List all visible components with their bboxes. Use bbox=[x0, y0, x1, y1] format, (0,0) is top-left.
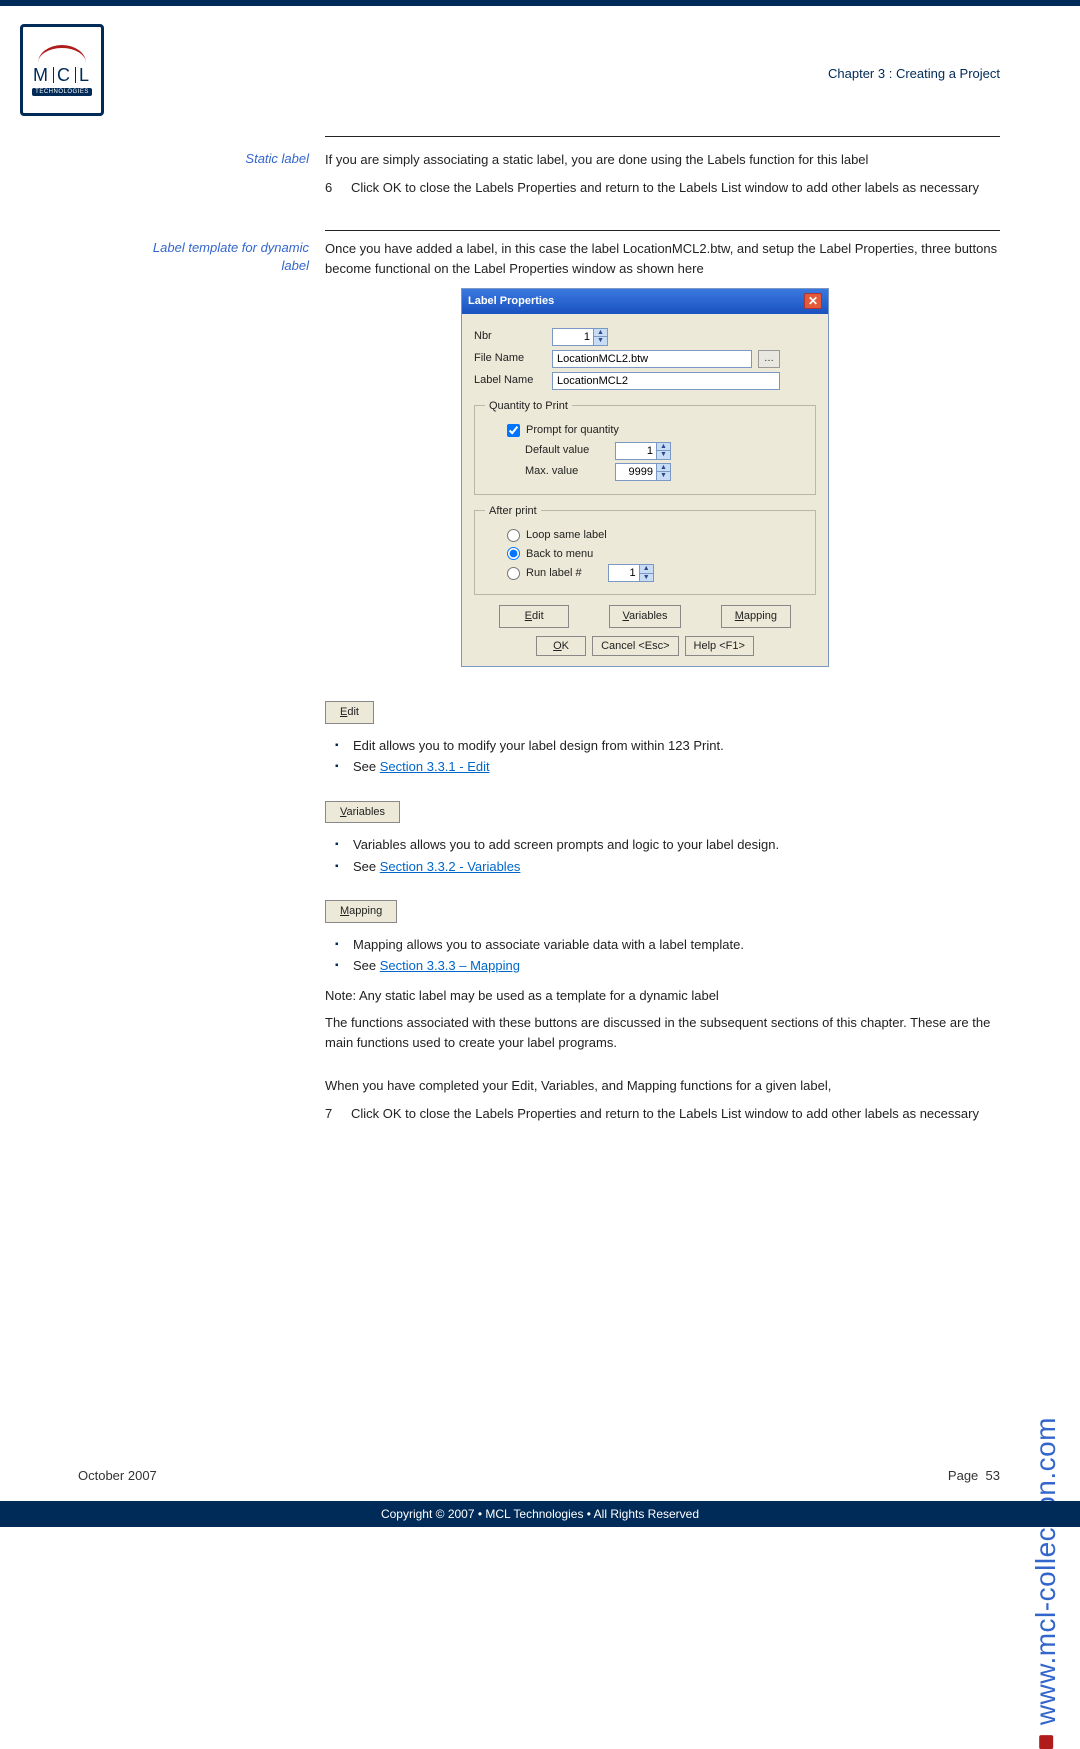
loop-radio[interactable] bbox=[507, 529, 520, 542]
max-spinner[interactable]: ▲▼ bbox=[615, 463, 671, 481]
bullet: Edit allows you to modify your label des… bbox=[353, 736, 1000, 756]
step-text: Click OK to close the Labels Properties … bbox=[351, 1104, 1000, 1124]
para: When you have completed your Edit, Varia… bbox=[325, 1076, 1000, 1096]
cancel-button[interactable]: Cancel <Esc> bbox=[592, 636, 678, 657]
side-label-dynamic: Label template for dynamic label bbox=[150, 239, 325, 1131]
back-label: Back to menu bbox=[526, 546, 593, 563]
spinner-arrows-icon[interactable]: ▲▼ bbox=[593, 329, 607, 345]
afterprint-fieldset: After print Loop same label Back to menu… bbox=[474, 503, 816, 596]
afterprint-legend: After print bbox=[485, 503, 541, 520]
mapping-button-graphic: Mapping bbox=[325, 900, 397, 923]
side-url: www.mcl-collection.com bbox=[1030, 1417, 1062, 1749]
top-accent-bar bbox=[0, 0, 1080, 6]
step-text: Click OK to close the Labels Properties … bbox=[351, 178, 1000, 198]
default-label: Default value bbox=[525, 442, 605, 459]
section-body: If you are simply associating a static l… bbox=[325, 150, 1000, 205]
bullet: Mapping allows you to associate variable… bbox=[353, 935, 1000, 955]
run-radio[interactable] bbox=[507, 567, 520, 580]
loop-label: Loop same label bbox=[526, 527, 607, 544]
page-content: Static label If you are simply associati… bbox=[150, 150, 1000, 1147]
logo-swoosh-icon bbox=[38, 45, 86, 63]
link-variables-section[interactable]: Section 3.3.2 - Variables bbox=[380, 859, 521, 874]
run-spinner[interactable]: ▲▼ bbox=[608, 564, 654, 582]
para: Once you have added a label, in this cas… bbox=[325, 239, 1000, 278]
variables-button[interactable]: Variables bbox=[609, 605, 680, 628]
edit-button[interactable]: Edit bbox=[499, 605, 569, 628]
filename-input[interactable] bbox=[552, 350, 752, 368]
step-number: 6 bbox=[325, 178, 351, 198]
browse-button[interactable]: … bbox=[758, 350, 780, 368]
para: If you are simply associating a static l… bbox=[325, 150, 1000, 170]
default-input[interactable] bbox=[616, 443, 656, 459]
logo-subtext: TECHNOLOGIES bbox=[32, 88, 92, 96]
section-dynamic-label: Label template for dynamic label Once yo… bbox=[150, 239, 1000, 1131]
mapping-button[interactable]: Mapping bbox=[721, 605, 791, 628]
nbr-spinner[interactable]: ▲▼ bbox=[552, 328, 608, 346]
divider bbox=[325, 136, 1000, 137]
step-number: 7 bbox=[325, 1104, 351, 1124]
copyright: Copyright © 2007 • MCL Technologies • Al… bbox=[381, 1507, 699, 1521]
label-properties-dialog-image: Label Properties ✕ Nbr ▲▼ File Name bbox=[461, 288, 829, 667]
dialog-button-row: Edit Variables Mapping bbox=[474, 605, 816, 628]
close-icon[interactable]: ✕ bbox=[804, 293, 822, 309]
dialog-button-row-2: OK Cancel <Esc> Help <F1> bbox=[474, 636, 816, 657]
labelname-input[interactable] bbox=[552, 372, 780, 390]
logo-letters: MCL bbox=[33, 65, 91, 86]
chapter-heading: Chapter 3 : Creating a Project bbox=[828, 66, 1000, 81]
filename-label: File Name bbox=[474, 350, 552, 367]
step-7: 7 Click OK to close the Labels Propertie… bbox=[325, 1104, 1000, 1124]
mapping-bullets: Mapping allows you to associate variable… bbox=[325, 935, 1000, 976]
edit-bullets: Edit allows you to modify your label des… bbox=[325, 736, 1000, 777]
section-static-label: Static label If you are simply associati… bbox=[150, 150, 1000, 205]
run-label: Run label # bbox=[526, 565, 582, 582]
bullet: See Section 3.3.2 - Variables bbox=[353, 857, 1000, 877]
run-input[interactable] bbox=[609, 565, 639, 581]
back-radio[interactable] bbox=[507, 547, 520, 560]
link-mapping-section[interactable]: Section 3.3.3 – Mapping bbox=[380, 958, 520, 973]
ok-button[interactable]: OK bbox=[536, 636, 586, 657]
max-label: Max. value bbox=[525, 463, 605, 480]
quantity-fieldset: Quantity to Print Prompt for quantity De… bbox=[474, 398, 816, 495]
footer-date: October 2007 bbox=[78, 1468, 157, 1483]
bullet: Variables allows you to add screen promp… bbox=[353, 835, 1000, 855]
para: The functions associated with these butt… bbox=[325, 1013, 1000, 1052]
prompt-checkbox[interactable] bbox=[507, 424, 520, 437]
note-para: Note: Any static label may be used as a … bbox=[325, 986, 1000, 1006]
bullet: See Section 3.3.1 - Edit bbox=[353, 757, 1000, 777]
bullet: See Section 3.3.3 – Mapping bbox=[353, 956, 1000, 976]
section-body: Once you have added a label, in this cas… bbox=[325, 239, 1000, 1131]
bullet-icon bbox=[1039, 1735, 1053, 1749]
quantity-legend: Quantity to Print bbox=[485, 398, 572, 415]
spinner-arrows-icon[interactable]: ▲▼ bbox=[656, 443, 670, 459]
dialog-titlebar: Label Properties ✕ bbox=[462, 289, 828, 314]
variables-button-graphic: Variables bbox=[325, 801, 400, 824]
labelname-label: Label Name bbox=[474, 372, 552, 389]
variables-bullets: Variables allows you to add screen promp… bbox=[325, 835, 1000, 876]
divider bbox=[325, 230, 1000, 231]
spinner-arrows-icon[interactable]: ▲▼ bbox=[656, 464, 670, 480]
nbr-label: Nbr bbox=[474, 328, 552, 345]
max-input[interactable] bbox=[616, 464, 656, 480]
step-6: 6 Click OK to close the Labels Propertie… bbox=[325, 178, 1000, 198]
nbr-input[interactable] bbox=[553, 329, 593, 345]
dialog-title: Label Properties bbox=[468, 293, 554, 310]
help-button[interactable]: Help <F1> bbox=[685, 636, 754, 657]
dialog-body: Nbr ▲▼ File Name … Label Nam bbox=[462, 314, 828, 667]
default-spinner[interactable]: ▲▼ bbox=[615, 442, 671, 460]
footer-page: Page 53 bbox=[948, 1468, 1000, 1483]
label-properties-dialog: Label Properties ✕ Nbr ▲▼ File Name bbox=[461, 288, 829, 667]
mcl-logo: MCL TECHNOLOGIES bbox=[20, 24, 104, 116]
link-edit-section[interactable]: Section 3.3.1 - Edit bbox=[380, 759, 490, 774]
edit-button-graphic: Edit bbox=[325, 701, 374, 724]
side-label-static: Static label bbox=[150, 150, 325, 205]
prompt-label: Prompt for quantity bbox=[526, 422, 619, 439]
spinner-arrows-icon[interactable]: ▲▼ bbox=[639, 565, 653, 581]
footer-bar: Copyright © 2007 • MCL Technologies • Al… bbox=[0, 1501, 1080, 1527]
